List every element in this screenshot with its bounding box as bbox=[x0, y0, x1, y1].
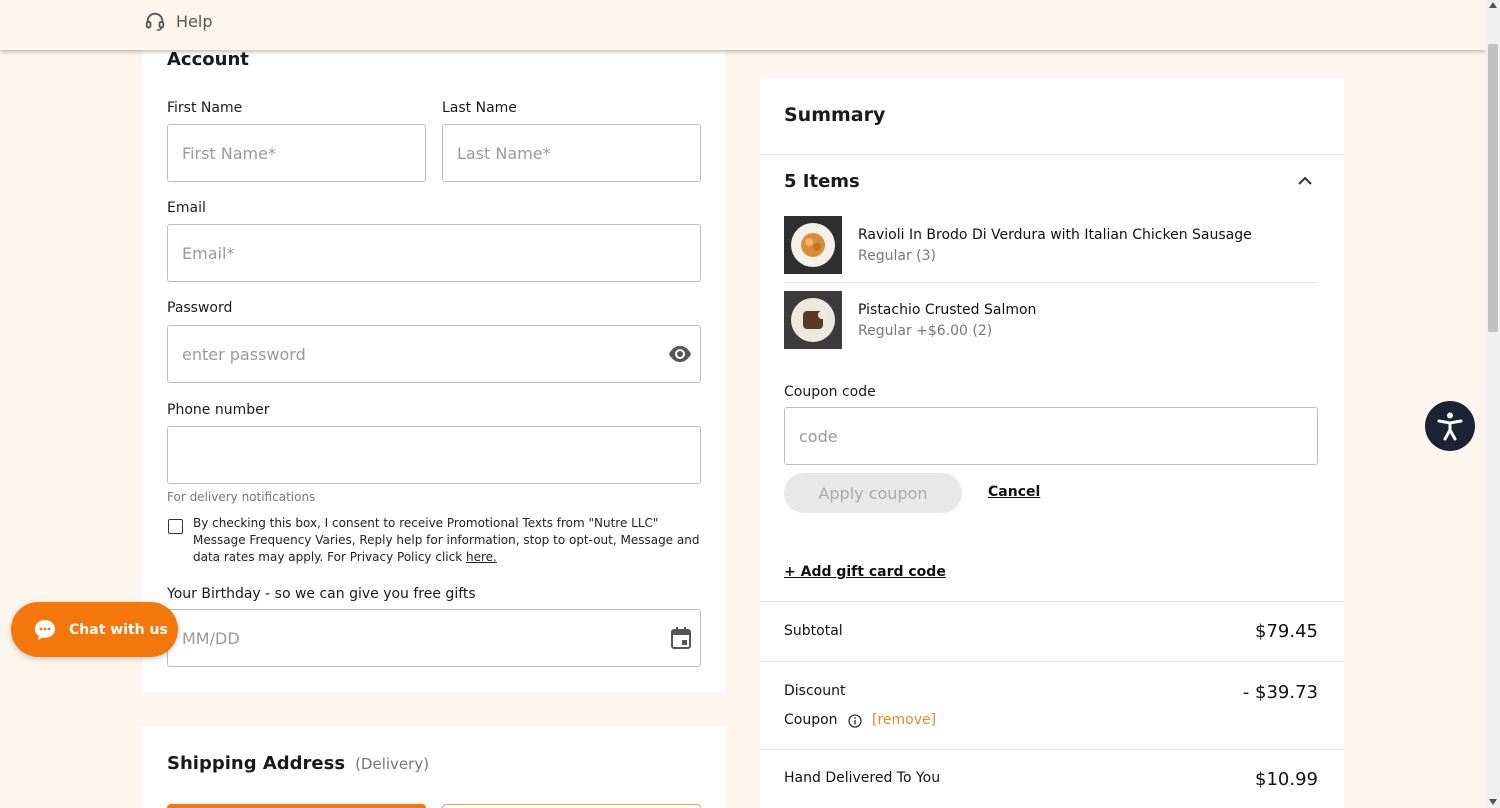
scroll-down-arrow-icon[interactable] bbox=[1489, 799, 1497, 805]
accessibility-icon bbox=[1437, 412, 1463, 441]
account-title: Account bbox=[167, 49, 249, 70]
birthday-label: Your Birthday - so we can give you free … bbox=[167, 586, 476, 602]
summary-title: Summary bbox=[784, 104, 886, 126]
email-input[interactable]: Email* bbox=[167, 224, 701, 282]
shipping-subtitle: (Delivery) bbox=[355, 755, 430, 773]
chevron-up-icon[interactable] bbox=[1297, 176, 1313, 186]
calendar-icon[interactable] bbox=[670, 626, 692, 650]
chat-with-us-button[interactable]: Chat with us bbox=[11, 602, 178, 657]
subtotal-label: Subtotal bbox=[784, 623, 843, 639]
item-image bbox=[784, 291, 842, 349]
items-count-title[interactable]: 5 Items bbox=[784, 171, 860, 192]
item-name: Ravioli In Brodo Di Verdura with Italian… bbox=[858, 227, 1252, 243]
headset-icon bbox=[145, 12, 165, 31]
coupon-input[interactable]: code bbox=[784, 407, 1318, 465]
phone-label: Phone number bbox=[167, 402, 270, 418]
phone-note: For delivery notifications bbox=[167, 490, 316, 504]
first-name-label: First Name bbox=[167, 100, 243, 116]
cancel-coupon-link[interactable]: Cancel bbox=[988, 484, 1040, 500]
help-label: Help bbox=[176, 11, 213, 31]
page-scrollbar[interactable] bbox=[1486, 0, 1500, 808]
shipping-title: Shipping Address bbox=[167, 753, 346, 774]
apply-coupon-button[interactable]: Apply coupon bbox=[784, 473, 962, 513]
chat-bubble-icon bbox=[35, 619, 55, 640]
eye-icon[interactable] bbox=[668, 344, 692, 364]
discount-value: - $39.73 bbox=[1242, 682, 1318, 703]
account-panel: Account First Name First Name* Last Name… bbox=[142, 40, 726, 692]
item-name: Pistachio Crusted Salmon bbox=[858, 302, 1037, 318]
consent-checkbox[interactable] bbox=[168, 519, 183, 534]
chat-label: Chat with us bbox=[69, 621, 168, 638]
divider bbox=[760, 154, 1344, 155]
last-name-input[interactable]: Last Name* bbox=[442, 124, 701, 182]
email-label: Email bbox=[167, 200, 206, 216]
remove-coupon-link[interactable]: [remove] bbox=[872, 712, 936, 728]
coupon-row-label: Coupon bbox=[784, 712, 838, 728]
delivery-tab[interactable] bbox=[167, 804, 426, 808]
item-divider bbox=[784, 282, 1318, 283]
add-gift-card-link[interactable]: + Add gift card code bbox=[784, 564, 946, 580]
item-detail: Regular +$6.00 (2) bbox=[858, 323, 993, 339]
last-name-label: Last Name bbox=[442, 100, 517, 116]
coupon-label: Coupon code bbox=[784, 384, 876, 400]
info-icon[interactable] bbox=[848, 714, 862, 728]
accessibility-button[interactable] bbox=[1425, 401, 1475, 451]
summary-panel: Summary 5 Items Ravioli In Brodo Di Verd… bbox=[760, 78, 1344, 808]
top-bar: Help bbox=[0, 0, 1486, 50]
delivery-fee-label: Hand Delivered To You bbox=[784, 770, 941, 786]
password-placeholder: enter password bbox=[182, 344, 306, 364]
divider bbox=[760, 601, 1344, 602]
birthday-input[interactable]: MM/DD bbox=[167, 609, 701, 667]
consent-text: By checking this box, I consent to recei… bbox=[193, 515, 703, 566]
shipping-panel: Shipping Address (Delivery) bbox=[142, 726, 726, 808]
scroll-thumb[interactable] bbox=[1488, 44, 1498, 332]
password-input[interactable]: enter password bbox=[167, 325, 701, 383]
first-name-input[interactable]: First Name* bbox=[167, 124, 426, 182]
delivery-fee-value: $10.99 bbox=[1255, 769, 1318, 790]
consent-body: By checking this box, I consent to recei… bbox=[193, 516, 700, 564]
help-link[interactable]: Help bbox=[144, 10, 212, 32]
item-image bbox=[784, 216, 842, 274]
privacy-policy-link[interactable]: here. bbox=[466, 550, 497, 564]
phone-input[interactable] bbox=[167, 426, 701, 484]
divider bbox=[760, 749, 1344, 750]
password-label: Password bbox=[167, 300, 233, 316]
birthday-placeholder: MM/DD bbox=[182, 628, 240, 648]
divider bbox=[760, 661, 1344, 662]
item-detail: Regular (3) bbox=[858, 248, 936, 264]
subtotal-value: $79.45 bbox=[1255, 621, 1318, 642]
shipping-header: Shipping Address (Delivery) bbox=[167, 753, 429, 774]
discount-label: Discount bbox=[784, 683, 846, 699]
scroll-up-arrow-icon[interactable] bbox=[1489, 2, 1497, 8]
pickup-tab[interactable] bbox=[442, 804, 701, 808]
